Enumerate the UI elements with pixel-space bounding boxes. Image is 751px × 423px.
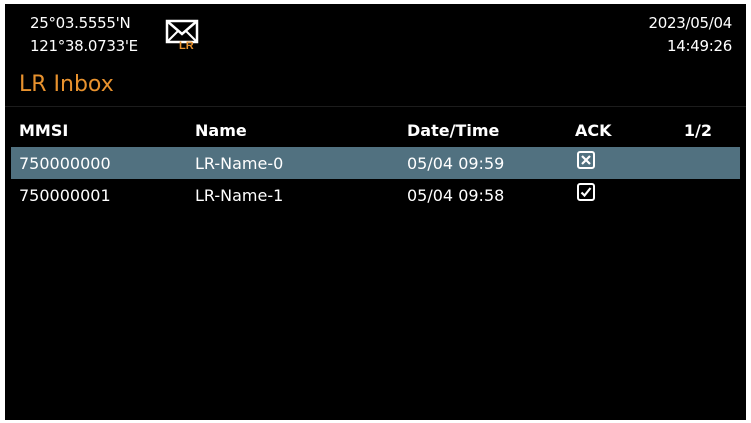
check-mark-icon <box>577 183 595 201</box>
page-indicator: 1/2 <box>683 121 712 140</box>
table-row[interactable]: 750000001 LR-Name-1 05/04 09:58 <box>11 179 740 211</box>
longitude-readout: 121°38.0733'E <box>30 37 138 55</box>
row-mmsi: 750000000 <box>19 154 111 173</box>
header-name: Name <box>195 121 247 140</box>
time-readout: 14:49:26 <box>667 37 732 55</box>
lr-envelope-icon: LR <box>165 18 201 52</box>
latitude-readout: 25°03.5555'N <box>30 14 131 32</box>
table-row[interactable]: 750000000 LR-Name-0 05/04 09:59 <box>11 147 740 179</box>
message-list: 750000000 LR-Name-0 05/04 09:59 75000000… <box>5 147 746 211</box>
lr-badge-text: LR <box>179 40 194 52</box>
lr-inbox-screen: 25°03.5555'N 121°38.0733'E LR 2023/05/04… <box>5 4 746 420</box>
table-header: MMSI Name Date/Time ACK 1/2 <box>5 116 746 146</box>
header-mmsi: MMSI <box>19 121 69 140</box>
date-readout: 2023/05/04 <box>648 14 733 32</box>
status-bar: 25°03.5555'N 121°38.0733'E LR 2023/05/04… <box>5 4 746 66</box>
header-ack: ACK <box>575 121 612 140</box>
title-bar: LR Inbox <box>5 68 746 107</box>
row-datetime: 05/04 09:59 <box>407 154 505 173</box>
row-ack[interactable] <box>577 183 595 201</box>
row-ack[interactable] <box>577 151 595 169</box>
row-name: LR-Name-0 <box>195 154 284 173</box>
page-title: LR Inbox <box>19 72 114 97</box>
header-datetime: Date/Time <box>407 121 500 140</box>
row-datetime: 05/04 09:58 <box>407 186 505 205</box>
x-mark-icon <box>577 151 595 169</box>
row-name: LR-Name-1 <box>195 186 284 205</box>
row-mmsi: 750000001 <box>19 186 111 205</box>
